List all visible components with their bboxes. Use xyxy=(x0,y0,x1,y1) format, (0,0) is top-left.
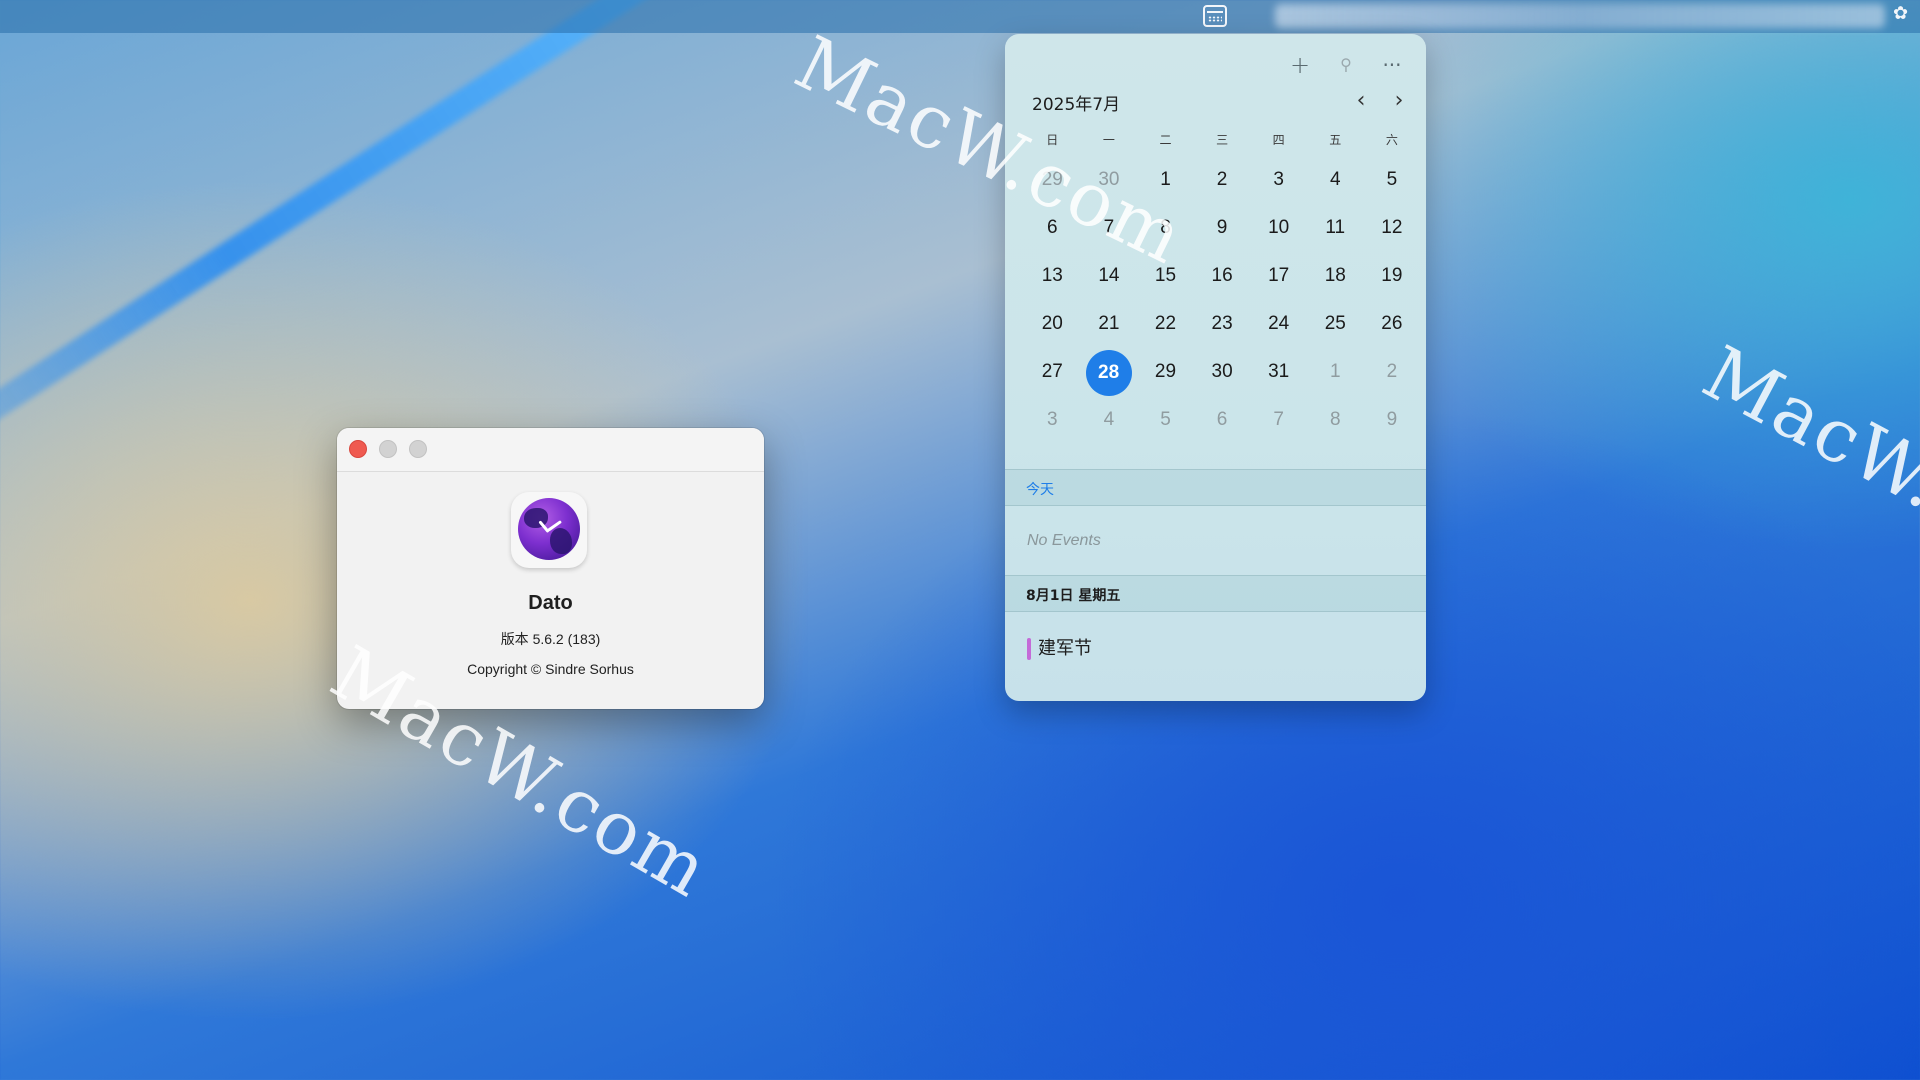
day-cell[interactable]: 10 xyxy=(1250,204,1307,252)
date-section-header: 8月1日 星期五 xyxy=(1005,575,1426,612)
day-cell[interactable]: 27 xyxy=(1024,348,1081,396)
day-cell[interactable]: 17 xyxy=(1250,252,1307,300)
today-section-header: 今天 xyxy=(1005,469,1426,506)
day-cell[interactable]: 19 xyxy=(1364,252,1421,300)
weekday-label: 四 xyxy=(1272,133,1285,147)
day-cell[interactable]: 5 xyxy=(1137,396,1194,444)
previous-month-button[interactable]: ‹ xyxy=(1348,88,1374,114)
day-cell[interactable]: 16 xyxy=(1194,252,1251,300)
pin-icon[interactable]: ⚲ xyxy=(1330,48,1362,82)
day-cell[interactable]: 5 xyxy=(1364,156,1421,204)
event-color-bar xyxy=(1027,638,1031,660)
popover-toolbar: + ⚲ ··· xyxy=(1266,48,1426,82)
app-version: 版本 5.6.2 (183) xyxy=(500,631,601,647)
dato-app-icon xyxy=(511,492,587,568)
app-name: Dato xyxy=(528,592,573,614)
day-cell[interactable]: 26 xyxy=(1364,300,1421,348)
more-icon[interactable]: ··· xyxy=(1376,48,1408,82)
day-cell[interactable]: 21 xyxy=(1081,300,1138,348)
day-cell[interactable]: 1 xyxy=(1307,348,1364,396)
day-cell[interactable]: 13 xyxy=(1024,252,1081,300)
weekday-label: 一 xyxy=(1102,133,1115,147)
day-cell[interactable]: 12 xyxy=(1364,204,1421,252)
day-cell[interactable]: 18 xyxy=(1307,252,1364,300)
day-cell[interactable]: 9 xyxy=(1364,396,1421,444)
day-cell[interactable]: 24 xyxy=(1250,300,1307,348)
globe-clock-icon xyxy=(518,498,580,560)
weekday-header: 日一二三四五六 xyxy=(1024,130,1420,150)
next-month-button[interactable]: › xyxy=(1386,88,1412,114)
day-cell[interactable]: 25 xyxy=(1307,300,1364,348)
month-title: 2025年7月 xyxy=(1032,95,1121,115)
day-cell[interactable]: 8 xyxy=(1307,396,1364,444)
minimize-button[interactable] xyxy=(379,440,397,458)
close-button[interactable] xyxy=(349,440,367,458)
day-cell[interactable]: 3 xyxy=(1024,396,1081,444)
day-cell[interactable]: 20 xyxy=(1024,300,1081,348)
day-cell[interactable]: 4 xyxy=(1307,156,1364,204)
day-cell[interactable]: 2 xyxy=(1364,348,1421,396)
window-titlebar xyxy=(337,428,764,472)
control-center-icon[interactable]: ✿ xyxy=(1893,3,1915,25)
day-cell[interactable]: 31 xyxy=(1250,348,1307,396)
day-cell[interactable]: 22 xyxy=(1137,300,1194,348)
day-cell[interactable]: 23 xyxy=(1194,300,1251,348)
zoom-button[interactable] xyxy=(409,440,427,458)
day-cell[interactable]: 30 xyxy=(1194,348,1251,396)
weekday-label: 三 xyxy=(1216,133,1229,147)
date-section-label: 8月1日 星期五 xyxy=(1026,588,1121,604)
calendar-menubar-icon[interactable] xyxy=(1203,5,1227,27)
menu-bar: ✿ xyxy=(0,0,1920,33)
day-cell[interactable]: 4 xyxy=(1081,396,1138,444)
day-cell[interactable]: 11 xyxy=(1307,204,1364,252)
add-event-button[interactable]: + xyxy=(1284,48,1316,82)
day-cell[interactable]: 9 xyxy=(1194,204,1251,252)
day-cell[interactable]: 6 xyxy=(1194,396,1251,444)
today-label: 今天 xyxy=(1026,482,1054,498)
watermark-text: MacW.c xyxy=(1689,330,1920,548)
menu-bar-blurred-items xyxy=(1275,4,1885,28)
weekday-label: 六 xyxy=(1385,133,1398,147)
calendar-popover: + ⚲ ··· 2025年7月 ‹ › 日一二三四五六 29 30 1 2 3 4 5 6 7 8… xyxy=(1005,34,1426,701)
day-cell-today[interactable]: 28 xyxy=(1081,348,1138,396)
today-highlight: 28 xyxy=(1085,350,1132,396)
day-cell[interactable]: 2 xyxy=(1194,156,1251,204)
weekday-label: 二 xyxy=(1159,133,1172,147)
day-cell[interactable]: 7 xyxy=(1250,396,1307,444)
day-cell[interactable]: 29 xyxy=(1137,348,1194,396)
event-title: 建军节 xyxy=(1038,638,1092,659)
weekday-label: 五 xyxy=(1329,133,1342,147)
day-cell[interactable]: 3 xyxy=(1250,156,1307,204)
no-events-text: No Events xyxy=(1027,532,1101,549)
